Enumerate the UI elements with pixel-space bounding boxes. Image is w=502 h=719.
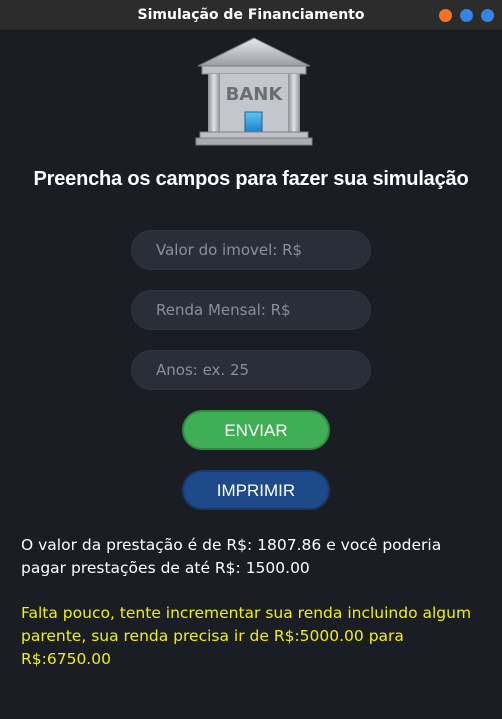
years-input[interactable] (131, 350, 371, 390)
close-icon[interactable] (481, 9, 494, 22)
window-title: Simulação de Financiamento (137, 7, 365, 23)
property-value-input[interactable] (131, 230, 371, 270)
title-bar[interactable]: Simulação de Financiamento (0, 0, 502, 31)
minimize-icon[interactable] (439, 9, 452, 22)
print-button[interactable]: IMPRIMIR (182, 470, 330, 510)
maximize-icon[interactable] (460, 9, 473, 22)
send-button[interactable]: ENVIAR (182, 410, 330, 450)
page-heading: Preencha os campos para fazer sua simula… (33, 168, 469, 190)
result-message: O valor da prestação é de R$: 1807.86 e … (21, 536, 442, 577)
app-window: Simulação de Financiamento BANK Preencha… (0, 0, 502, 719)
monthly-income-input[interactable] (131, 290, 371, 330)
bank-icon: BANK (195, 37, 313, 146)
bank-logo-text: BANK (226, 84, 284, 105)
warning-message: Falta pouco, tente incrementar sua renda… (21, 604, 472, 668)
